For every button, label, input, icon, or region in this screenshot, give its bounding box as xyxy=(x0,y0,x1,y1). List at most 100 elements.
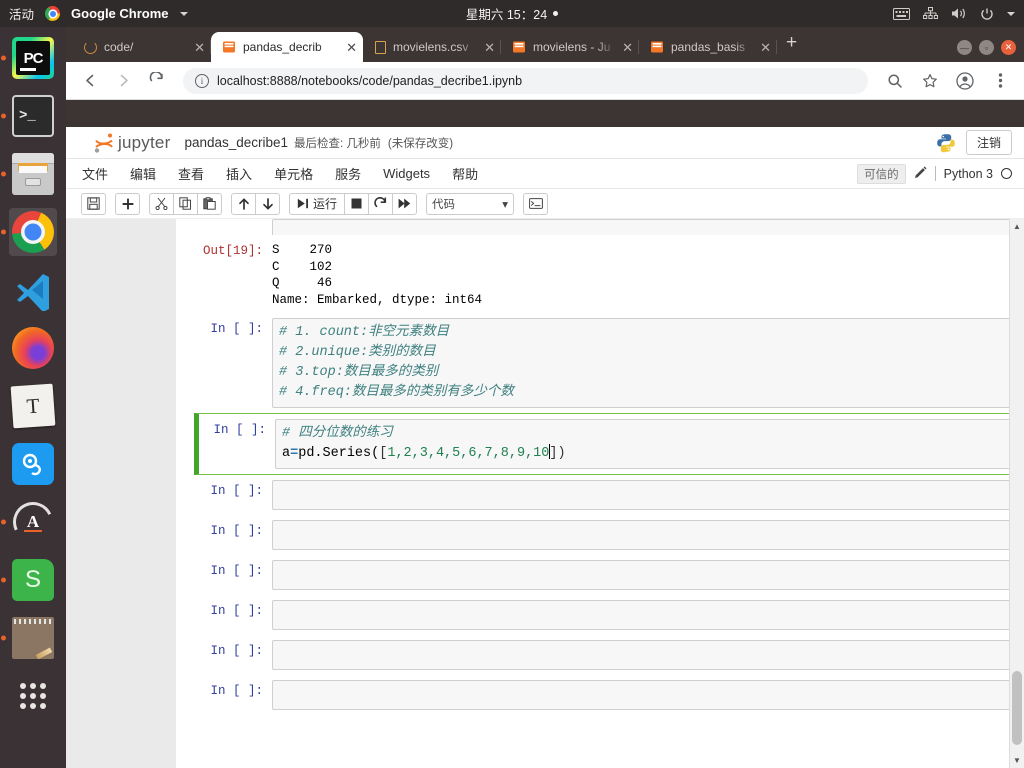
menu-item-file[interactable]: 文件 xyxy=(82,164,108,183)
browser-tab-movielens-csv[interactable]: movielens.csv ✕ xyxy=(363,32,501,62)
reload-button[interactable] xyxy=(144,69,168,93)
menu-item-help[interactable]: 帮助 xyxy=(452,164,478,183)
dock-item-chrome[interactable] xyxy=(1,208,57,256)
restart-and-run-all-button[interactable] xyxy=(392,192,418,215)
code-cell-empty[interactable]: In [ ]: xyxy=(194,675,1018,715)
scrollbar-thumb[interactable] xyxy=(1012,671,1022,745)
forward-button[interactable] xyxy=(111,69,135,93)
menu-item-view[interactable]: 查看 xyxy=(178,164,204,183)
command-palette-button[interactable] xyxy=(523,192,549,215)
menu-item-widgets[interactable]: Widgets xyxy=(383,166,430,181)
code-var: a xyxy=(282,446,291,461)
scroll-up-arrow[interactable]: ▲ xyxy=(1010,219,1024,234)
site-info-icon[interactable]: i xyxy=(195,73,209,88)
menu-item-kernel[interactable]: 服务 xyxy=(335,164,361,183)
save-button[interactable] xyxy=(81,192,106,215)
menu-item-cell[interactable]: 单元格 xyxy=(274,164,313,183)
keyboard-icon[interactable] xyxy=(893,7,910,20)
cell-type-dropdown[interactable]: 代码 ▾ xyxy=(426,192,515,215)
code-cell-selected[interactable]: In [ ]: # 四分位数的练习 a=pd.Series([1,2,3,4,5… xyxy=(194,413,1018,475)
dock-item-notes[interactable] xyxy=(1,614,57,662)
bookmark-star-icon[interactable] xyxy=(918,69,942,93)
cell-type-value: 代码 xyxy=(432,198,456,211)
close-icon[interactable]: ✕ xyxy=(622,41,633,54)
dock-item-terminal[interactable]: >_ xyxy=(1,92,57,140)
dock-item-firefox[interactable] xyxy=(9,324,57,372)
browser-tab-pandas-decribe[interactable]: pandas_decrib ✕ xyxy=(211,32,363,62)
tab-label: pandas_basis xyxy=(671,40,746,54)
code-input[interactable] xyxy=(272,640,1016,670)
code-input[interactable] xyxy=(272,680,1016,710)
code-cell-comments[interactable]: In [ ]: # 1. count:非空元素数目 # 2.unique:类别的… xyxy=(194,313,1018,413)
code-input[interactable] xyxy=(272,520,1016,550)
address-bar[interactable]: i localhost:8888/notebooks/code/pandas_d… xyxy=(183,67,868,94)
logout-button[interactable]: 注销 xyxy=(965,130,1012,155)
jupyter-header: jupyter pandas_decribe1 最后检查: 几秒前 (未保存改变… xyxy=(66,127,1024,159)
jupyter-brand-label: jupyter xyxy=(118,132,171,152)
avatar[interactable] xyxy=(953,69,977,93)
code-cell-empty[interactable]: In [ ]: xyxy=(194,555,1018,595)
interrupt-kernel-button[interactable] xyxy=(344,192,370,215)
minimize-button[interactable]: — xyxy=(957,40,972,55)
chrome-menu-button[interactable] xyxy=(988,69,1012,93)
code-input[interactable] xyxy=(272,219,1016,235)
dock-item-vscode[interactable] xyxy=(9,266,57,314)
move-cell-down-button[interactable] xyxy=(255,192,280,215)
notebook-scroll-area[interactable]: Out[19]: S 270 C 102 Q 46 Name: Embarked… xyxy=(66,219,1024,768)
code-values: 1,2,3,4,5,6,7,8,9,10 xyxy=(387,446,550,461)
power-icon[interactable] xyxy=(980,7,994,21)
jupyter-mark-icon xyxy=(94,133,113,153)
dock-item-pycharm[interactable]: PC xyxy=(1,34,57,82)
insert-cell-button[interactable] xyxy=(115,192,140,215)
new-tab-button[interactable]: + xyxy=(777,32,806,57)
code-cell-empty[interactable]: In [ ]: xyxy=(194,475,1018,515)
close-icon[interactable]: ✕ xyxy=(346,41,357,54)
menu-item-edit[interactable]: 编辑 xyxy=(130,164,156,183)
jupyter-logo[interactable]: jupyter xyxy=(92,131,170,155)
running-indicator xyxy=(1,171,6,177)
search-icon[interactable] xyxy=(883,69,907,93)
dock-item-text-editor[interactable]: T xyxy=(9,382,57,430)
browser-tab-movielens-notebook[interactable]: movielens - Ju ✕ xyxy=(501,32,639,62)
clock[interactable]: 星期六 15：24 xyxy=(0,4,1024,23)
code-cell-empty[interactable]: In [ ]: xyxy=(194,635,1018,675)
chrome-icon xyxy=(12,211,54,253)
code-input[interactable]: # 四分位数的练习 a=pd.Series([1,2,3,4,5,6,7,8,9… xyxy=(275,419,1015,469)
browser-tab-pandas-basis[interactable]: pandas_basis ✕ xyxy=(639,32,777,62)
close-button[interactable]: ✕ xyxy=(1001,40,1016,55)
code-input[interactable] xyxy=(272,560,1016,590)
menu-item-insert[interactable]: 插入 xyxy=(226,164,252,183)
dock-item-anaconda[interactable]: A xyxy=(1,498,57,546)
code-input[interactable]: # 1. count:非空元素数目 # 2.unique:类别的数目 # 3.t… xyxy=(272,318,1016,408)
copy-cell-button[interactable] xyxy=(173,192,198,215)
maximize-button[interactable]: ▫ xyxy=(979,40,994,55)
back-button[interactable] xyxy=(78,69,102,93)
browser-tab-code[interactable]: code/ ✕ xyxy=(73,32,211,62)
clipped-cell-above[interactable] xyxy=(194,219,1018,235)
close-icon[interactable]: ✕ xyxy=(194,41,205,54)
code-line: # 2.unique:类别的数目 xyxy=(279,345,436,360)
close-icon[interactable]: ✕ xyxy=(484,41,495,54)
code-cell-empty[interactable]: In [ ]: xyxy=(194,595,1018,635)
code-cell-empty[interactable]: In [ ]: xyxy=(194,515,1018,555)
code-input[interactable] xyxy=(272,600,1016,630)
scroll-down-arrow[interactable]: ▼ xyxy=(1010,753,1024,768)
edit-pencil-icon[interactable] xyxy=(914,166,927,182)
dock-item-green-s-app[interactable]: S xyxy=(1,556,57,604)
paste-cell-button[interactable] xyxy=(197,192,222,215)
dock-item-blue-app[interactable] xyxy=(9,440,57,488)
notebook-title[interactable]: pandas_decribe1 xyxy=(184,135,288,150)
cut-cell-button[interactable] xyxy=(149,192,174,215)
code-input[interactable] xyxy=(272,480,1016,510)
vertical-scrollbar[interactable]: ▲ ▼ xyxy=(1009,219,1024,768)
blue-app-icon xyxy=(12,443,54,485)
volume-icon[interactable] xyxy=(951,7,967,20)
show-applications-button[interactable] xyxy=(9,672,57,720)
tab-label: movielens.csv xyxy=(393,40,469,54)
run-cell-button[interactable]: 运行 xyxy=(289,192,346,215)
network-icon[interactable] xyxy=(923,7,938,20)
move-cell-up-button[interactable] xyxy=(231,192,256,215)
dock-item-files[interactable] xyxy=(1,150,57,198)
close-icon[interactable]: ✕ xyxy=(760,41,771,54)
restart-kernel-button[interactable] xyxy=(368,192,394,215)
